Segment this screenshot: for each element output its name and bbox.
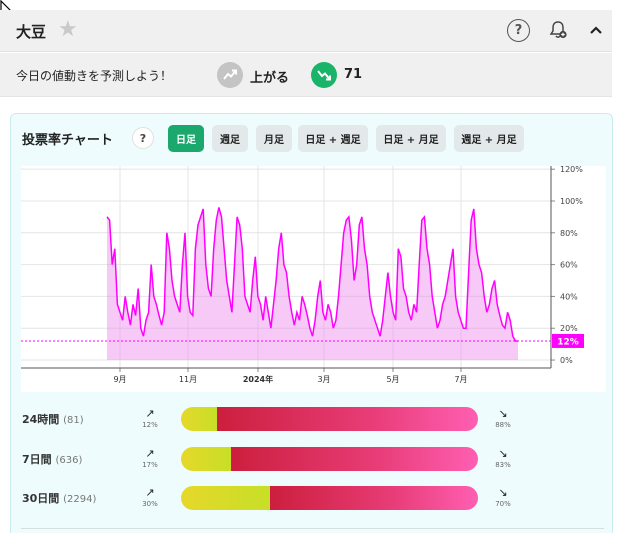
stat-ratio-bar [181, 447, 478, 471]
stat-period: 7日間 (636) [22, 453, 83, 466]
stat-row-7d: 7日間 (636) ↗ 17% ↘ 83% [21, 447, 606, 471]
y-tick-label: 120% [560, 166, 583, 174]
tab-daily-monthly[interactable]: 日足 + 月足 [376, 125, 446, 152]
notification-bell-icon[interactable] [546, 18, 570, 42]
vote-rate-chart: 120% 100% 80% 60% 40% 20% 0% 9月 11月 2024年 3月 5月 7月 12… [21, 166, 606, 392]
collapse-chevron-icon[interactable] [584, 18, 608, 42]
stat-ratio-bar [181, 486, 478, 510]
trend-up-icon: ↗ [145, 407, 155, 420]
vote-rate-chart-svg: 120% 100% 80% 60% 40% 20% 0% 9月 11月 2024年 3月 5月 7月 12… [21, 166, 584, 384]
trend-up-icon: ↗ [145, 447, 155, 460]
current-value-label: 12% [557, 337, 579, 347]
stat-up-pct: 17% [142, 461, 158, 469]
x-tick-label: 2024年 [243, 374, 273, 384]
trend-down-icon: ↘ [498, 407, 508, 420]
stat-up-indicator: ↗ 17% [138, 448, 162, 469]
stat-up-segment [181, 447, 232, 471]
prediction-prompt: 今日の値動きを予測しよう！ [16, 69, 173, 83]
y-tick-label: 100% [560, 197, 583, 206]
help-label: ? [514, 23, 523, 38]
instrument-title: 大豆 [16, 23, 47, 41]
tab-weekly[interactable]: 週足 [212, 125, 248, 152]
x-tick-label: 5月 [386, 375, 399, 384]
y-tick-label: 40% [560, 292, 578, 301]
vote-down-button[interactable] [311, 62, 337, 88]
y-tick-label: 80% [560, 229, 578, 238]
stat-up-pct: 30% [142, 500, 158, 508]
stat-down-indicator: ↘ 88% [491, 408, 515, 429]
trend-down-icon: ↘ [498, 486, 508, 499]
stat-up-segment [181, 407, 217, 431]
stat-down-segment [231, 447, 478, 471]
stat-period: 24時間 (81) [22, 413, 84, 426]
trend-down-icon [317, 70, 331, 81]
stat-row-30d: 30日間 (2294) ↗ 30% ↘ 70% [21, 486, 606, 510]
stat-down-segment [270, 486, 478, 510]
y-tick-label: 0% [560, 356, 573, 365]
favorite-star-icon[interactable]: ★ [58, 17, 78, 42]
stat-up-pct: 12% [142, 421, 158, 429]
trend-down-icon: ↘ [498, 447, 508, 460]
y-tick-label: 60% [560, 261, 578, 270]
stat-up-segment [181, 486, 271, 510]
x-tick-label: 9月 [113, 375, 126, 384]
stat-count: (636) [55, 455, 83, 466]
chart-title: 投票率チャート [22, 133, 113, 148]
panel-divider [21, 528, 604, 529]
series-area [107, 207, 518, 361]
stat-down-pct: 88% [495, 421, 511, 429]
vote-up-button[interactable] [217, 62, 243, 88]
vote-up-label[interactable]: 上がる [250, 67, 289, 86]
stat-up-indicator: ↗ 30% [138, 487, 162, 508]
prediction-bar: 今日の値動きを予測しよう！ 上がる 71 [0, 53, 612, 97]
stat-period: 30日間 (2294) [22, 492, 97, 505]
y-tick-label: 20% [560, 324, 578, 333]
stat-down-pct: 83% [495, 461, 511, 469]
stat-count: (81) [63, 415, 84, 426]
chart-help-button[interactable]: ? [132, 127, 154, 149]
trend-up-icon: ↗ [145, 486, 155, 499]
stat-down-indicator: ↘ 70% [491, 487, 515, 508]
trend-up-icon [223, 69, 237, 80]
tab-weekly-monthly[interactable]: 週足 + 月足 [454, 125, 524, 152]
tab-monthly[interactable]: 月足 [256, 125, 292, 152]
tab-daily-weekly[interactable]: 日足 + 週足 [298, 125, 368, 152]
instrument-header: 大豆 ★ ? [0, 10, 612, 52]
x-tick-label: 3月 [317, 375, 330, 384]
tab-daily[interactable]: 日足 [168, 125, 204, 152]
help-button[interactable]: ? [507, 19, 530, 42]
stat-ratio-bar [181, 407, 478, 431]
stat-down-pct: 70% [495, 500, 511, 508]
vote-down-count: 71 [344, 67, 363, 82]
vote-rate-panel: 投票率チャート ? 日足 週足 月足 日足 + 週足 日足 + 月足 週足 + … [10, 113, 613, 533]
stat-count: (2294) [63, 494, 97, 505]
stat-up-indicator: ↗ 12% [138, 408, 162, 429]
stat-down-segment [216, 407, 478, 431]
stat-down-indicator: ↘ 83% [491, 448, 515, 469]
x-tick-label: 7月 [454, 375, 467, 384]
x-tick-label: 11月 [179, 375, 197, 384]
stat-row-24h: 24時間 (81) ↗ 12% ↘ 88% [21, 407, 606, 431]
